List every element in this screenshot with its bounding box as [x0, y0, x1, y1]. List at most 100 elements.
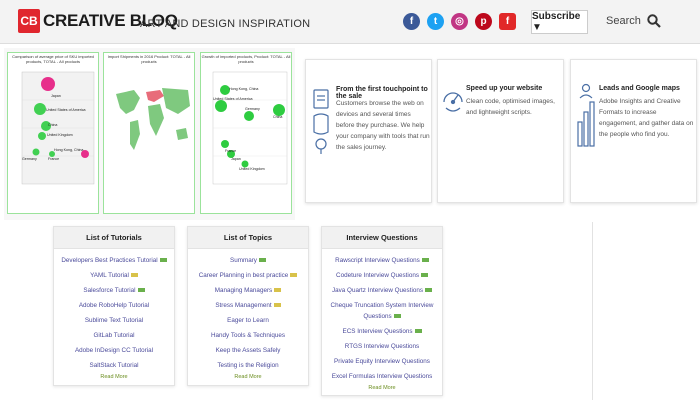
bubble-france: [221, 140, 229, 148]
bubble-chart-price[interactable]: Comparison of average price of SKU impor…: [7, 52, 99, 214]
label-france: France: [225, 149, 236, 153]
list-item[interactable]: Cheque Truncation System Interview Quest…: [322, 298, 442, 324]
card-title: Speed up your website: [466, 85, 543, 92]
label-hongkong: Hong Kong, China: [229, 87, 258, 91]
label-china: China: [48, 123, 57, 127]
list-item[interactable]: Codeture Interview Questions: [322, 268, 442, 283]
feature-card-touchpoint[interactable]: From the first touchpoint to the sale Cu…: [305, 59, 432, 203]
list-item[interactable]: Summary: [188, 253, 308, 268]
list-item[interactable]: ECS Interview Questions: [322, 324, 442, 339]
social-links: f t ◎ p f: [403, 13, 516, 30]
bubble-usa: [215, 100, 227, 112]
list-item[interactable]: YAML Tutorial: [54, 268, 174, 283]
new-badge: [273, 303, 281, 308]
instagram-icon[interactable]: ◎: [451, 13, 468, 30]
bubble-japan: [41, 77, 55, 91]
list-item[interactable]: Salesforce Tutorial: [54, 283, 174, 298]
box-title: List of Tutorials: [54, 227, 174, 249]
chart-title: Comparison of average price of SKU impor…: [12, 54, 94, 64]
list-item[interactable]: Handy Tools & Techniques: [188, 328, 308, 343]
facebook-icon[interactable]: f: [403, 13, 420, 30]
list-item[interactable]: Managing Managers: [188, 283, 308, 298]
new-badge: [159, 258, 167, 263]
label-uk: United Kingdom: [47, 133, 73, 137]
chart-title: Import Shipments in 2016 Product: TOTAL …: [107, 54, 191, 64]
bubble-chart-plot: Japan United States of America China Uni…: [21, 71, 95, 185]
new-badge: [137, 288, 145, 293]
logo-mark: CB: [18, 9, 40, 33]
chart-thumbnails: Comparison of average price of SKU impor…: [4, 48, 295, 220]
card-body: Adobe Insights and Creative Formats to i…: [599, 98, 694, 138]
interview-questions-box: Interview Questions Rawscript Interview …: [321, 226, 443, 396]
world-map-chart[interactable]: Import Shipments in 2016 Product: TOTAL …: [103, 52, 195, 214]
list-item[interactable]: Keep the Assets Safely: [188, 343, 308, 358]
list-item[interactable]: Rawscript Interview Questions: [322, 253, 442, 268]
feature-card-leads[interactable]: Leads and Google maps Adobe Insights and…: [570, 59, 697, 203]
bubble-chart-growth[interactable]: Growth of imported products, Product: TO…: [200, 52, 292, 214]
speed-gauge-icon: [443, 92, 463, 112]
bubble-usa: [34, 103, 46, 115]
read-more-link[interactable]: Read More: [322, 385, 442, 391]
bubble-uk: [38, 132, 46, 140]
flipboard-icon[interactable]: f: [499, 13, 516, 30]
list-item[interactable]: Private Equity Interview Questions: [322, 354, 442, 369]
tutorials-box: List of Tutorials Developers Best Practi…: [53, 226, 175, 386]
label-hongkong: Hong Kong, China: [54, 148, 83, 152]
label-usa: United States of America: [46, 108, 86, 112]
map-australia: [176, 128, 188, 140]
leads-chart-icon: [577, 83, 595, 147]
list-item[interactable]: RTGS Interview Questions: [322, 339, 442, 354]
site-tagline: ART AND DESIGN INSPIRATION: [140, 18, 311, 30]
label-france: France: [48, 157, 59, 161]
card-title: Leads and Google maps: [599, 85, 680, 92]
column-divider: [592, 222, 593, 400]
bubble-germany: [244, 111, 254, 121]
pinterest-icon[interactable]: p: [475, 13, 492, 30]
label-usa: United States of America: [213, 97, 253, 101]
list-item[interactable]: Testing is the Religion: [188, 358, 308, 373]
label-japan: Japan: [51, 94, 61, 98]
new-badge: [258, 258, 266, 263]
customer-journey-icon: [313, 89, 329, 154]
list-item[interactable]: Career Planning in best practice: [188, 268, 308, 283]
subscribe-button[interactable]: Subscribe ▼: [531, 10, 588, 34]
label-germany: Germany: [245, 107, 260, 111]
new-badge: [393, 314, 401, 319]
read-more-link[interactable]: Read More: [54, 374, 174, 380]
list-item[interactable]: GitLab Tutorial: [54, 328, 174, 343]
list-item[interactable]: Java Quartz Interview Questions: [322, 283, 442, 298]
search-button[interactable]: Search: [606, 14, 661, 28]
list-item[interactable]: Developers Best Practices Tutorial: [54, 253, 174, 268]
list-item[interactable]: Sublime Text Tutorial: [54, 313, 174, 328]
growth-chart-plot: Hong Kong, China United States of Americ…: [212, 71, 288, 185]
world-map-plot: [108, 70, 192, 198]
new-badge: [414, 329, 422, 334]
new-badge: [420, 273, 428, 278]
list-item[interactable]: Excel Formulas Interview Questions: [322, 369, 442, 384]
label-japan: Japan: [231, 157, 241, 161]
list-item[interactable]: SaltStack Tutorial: [54, 358, 174, 373]
new-badge: [274, 288, 282, 293]
new-badge: [421, 258, 429, 263]
label-uk: United Kingdom: [239, 167, 265, 171]
search-label: Search: [606, 15, 641, 27]
read-more-link[interactable]: Read More: [188, 374, 308, 380]
new-badge: [290, 273, 298, 278]
list-item[interactable]: Adobe InDesign CC Tutorial: [54, 343, 174, 358]
search-icon: [647, 14, 661, 28]
list-item[interactable]: Eager to Learn: [188, 313, 308, 328]
feature-card-speed[interactable]: Speed up your website Clean code, optimi…: [437, 59, 564, 203]
card-body: Clean code, optimised images, and lightw…: [466, 98, 555, 116]
bubble-germany: [32, 148, 40, 156]
new-badge: [425, 288, 432, 293]
topics-box: List of Topics Summary Career Planning i…: [187, 226, 309, 386]
card-body: Customers browse the web on devices and …: [336, 100, 430, 151]
label-china: China: [273, 115, 282, 119]
chart-title: Growth of imported products, Product: TO…: [201, 54, 291, 64]
new-badge: [130, 273, 138, 278]
box-title: Interview Questions: [322, 227, 442, 249]
list-item[interactable]: Adobe RoboHelp Tutorial: [54, 298, 174, 313]
twitter-icon[interactable]: t: [427, 13, 444, 30]
list-item[interactable]: Stress Management: [188, 298, 308, 313]
box-title: List of Topics: [188, 227, 308, 249]
